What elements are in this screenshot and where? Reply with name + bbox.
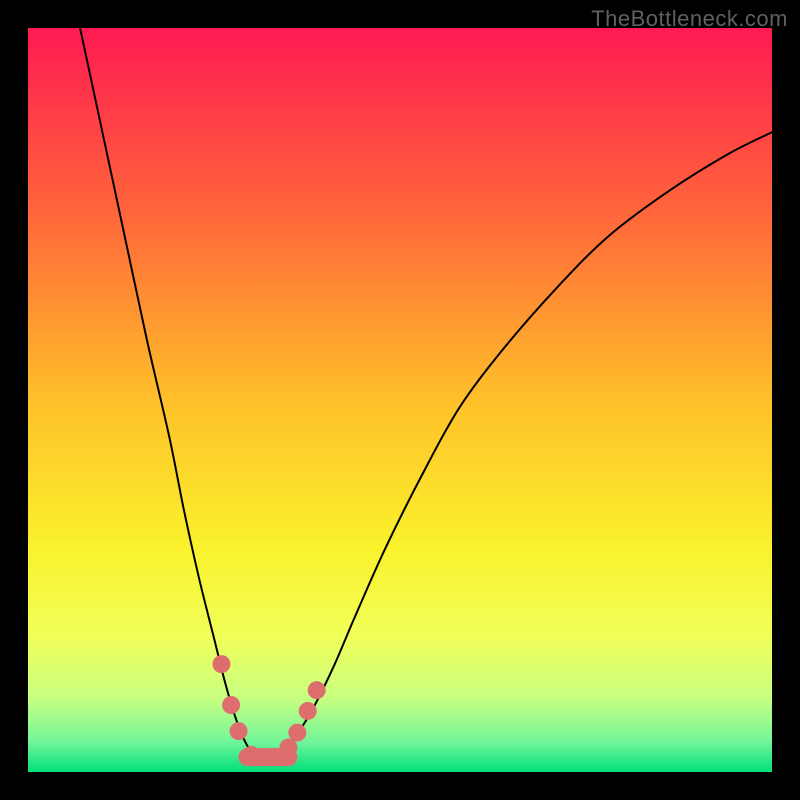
data-marker [230, 722, 248, 740]
chart-frame: TheBottleneck.com [0, 0, 800, 800]
data-marker [299, 702, 317, 720]
data-marker [222, 696, 240, 714]
data-marker [308, 681, 326, 699]
chart-svg [28, 28, 772, 772]
data-marker [212, 655, 230, 673]
plot-area [28, 28, 772, 772]
watermark-text: TheBottleneck.com [591, 6, 788, 32]
data-marker [288, 724, 306, 742]
gradient-background [28, 28, 772, 772]
